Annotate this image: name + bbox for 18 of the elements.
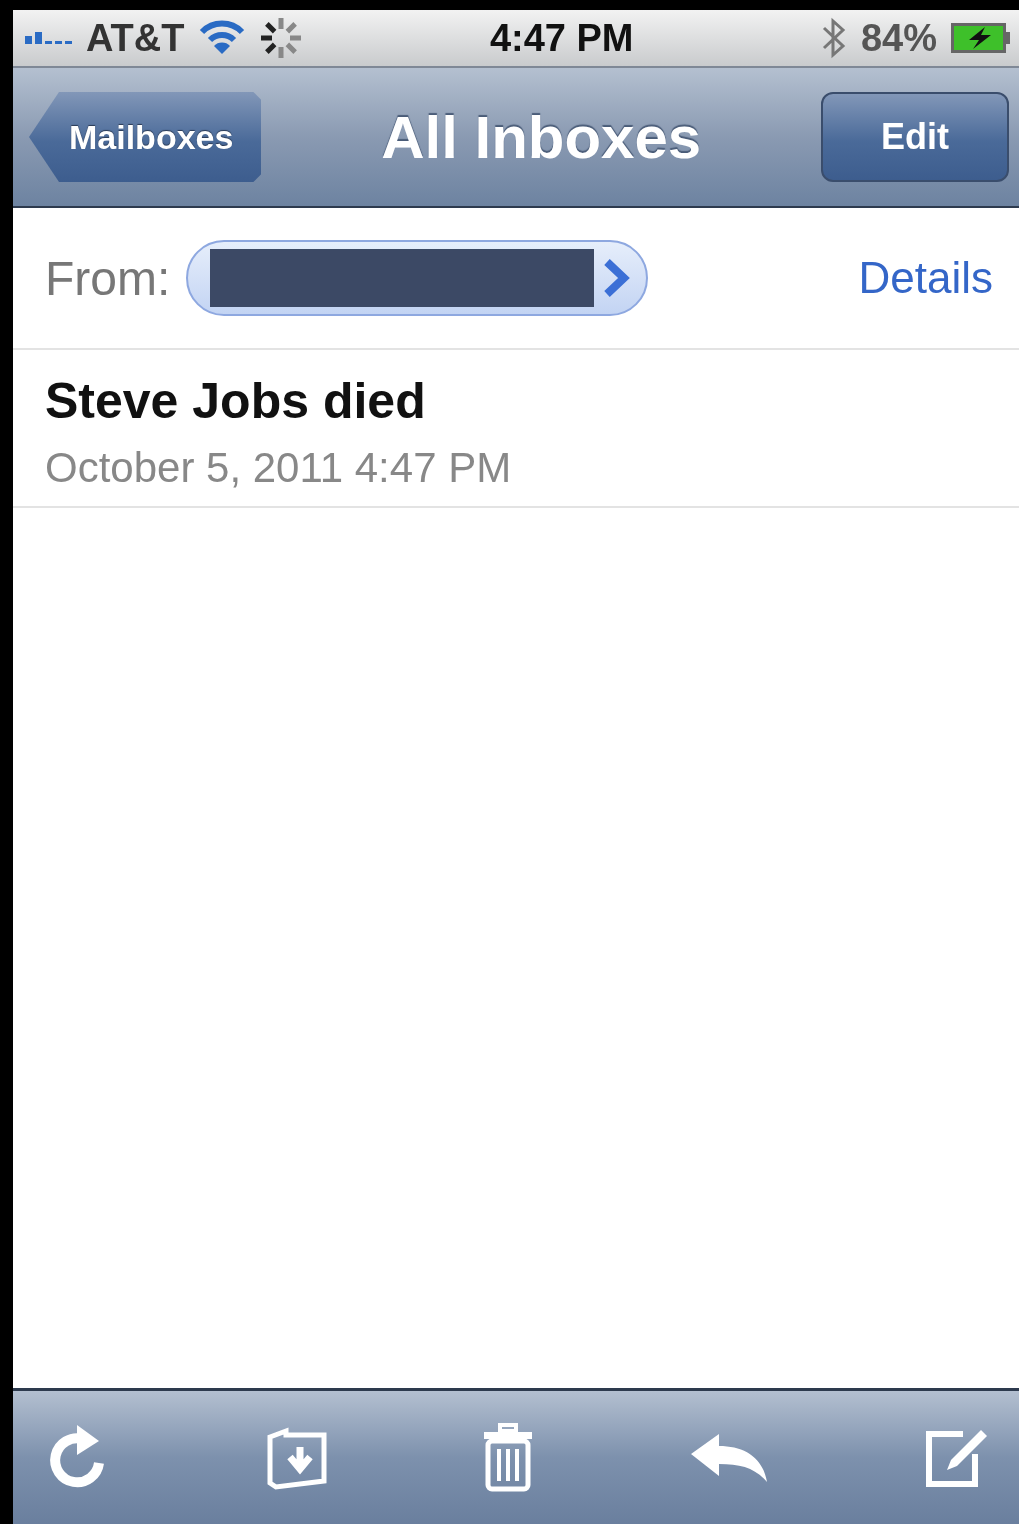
chevron-icon xyxy=(602,258,631,298)
battery-charging-icon xyxy=(951,23,1011,53)
from-label: From: xyxy=(45,250,171,306)
edit-button[interactable]: Edit xyxy=(821,92,1009,182)
wifi-icon xyxy=(198,20,245,56)
back-button[interactable]: Mailboxes xyxy=(29,92,262,182)
bluetooth-icon xyxy=(820,17,847,59)
message-date: October 5, 2011 4:47 PM xyxy=(45,444,513,492)
message-subject: Steve Jobs died xyxy=(45,372,427,430)
nav-title: All Inboxes xyxy=(380,102,703,172)
move-to-folder-button[interactable] xyxy=(265,1424,328,1491)
carrier-name: AT&T xyxy=(86,16,185,60)
details-link[interactable]: Details xyxy=(858,253,993,303)
signal-icon xyxy=(25,32,72,44)
battery-percent: 84% xyxy=(860,16,937,60)
activity-spinner-icon xyxy=(258,16,303,60)
trash-button[interactable] xyxy=(482,1422,534,1493)
status-time: 4:47 PM xyxy=(489,16,634,60)
